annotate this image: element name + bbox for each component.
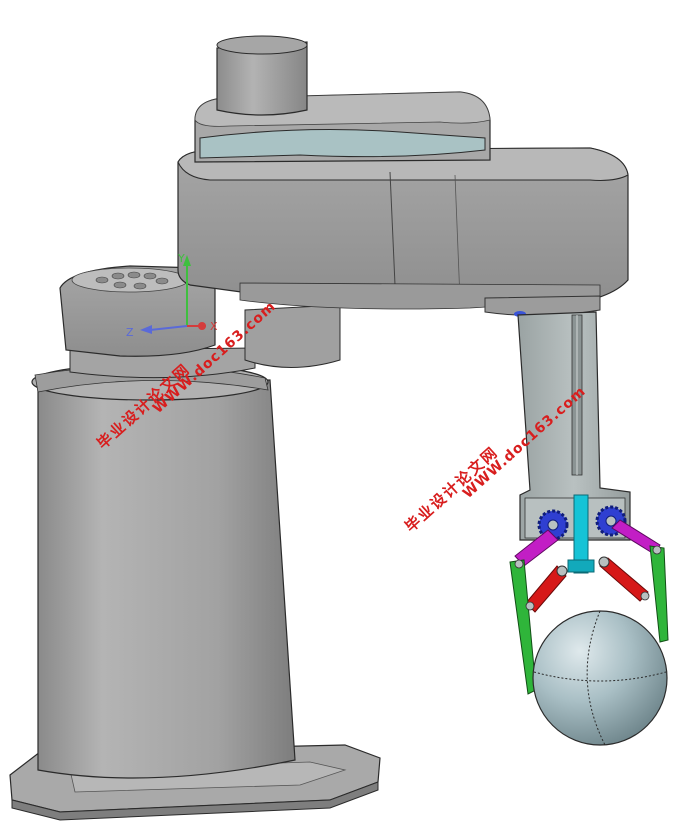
left-finger bbox=[509, 559, 537, 695]
axis-label-x: X bbox=[210, 320, 218, 333]
top-motor-cylinder bbox=[216, 35, 308, 116]
grasped-sphere bbox=[532, 610, 668, 746]
robot-arm-render: Y Z X bbox=[9, 35, 669, 821]
base-column bbox=[31, 363, 296, 779]
axis-label-y: Y bbox=[177, 252, 185, 265]
right-red-link bbox=[598, 556, 649, 602]
upper-arm bbox=[177, 147, 629, 310]
axis-label-z: Z bbox=[126, 326, 134, 339]
